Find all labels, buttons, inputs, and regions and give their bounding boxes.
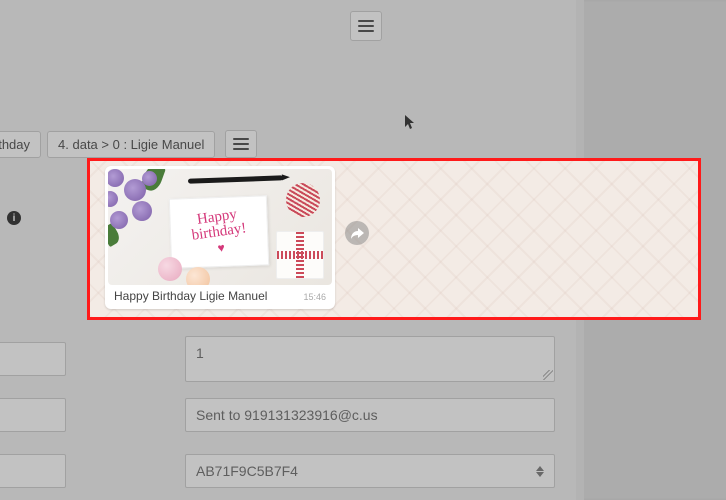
hamburger-icon [358, 20, 374, 32]
macaron-graphic [186, 267, 210, 285]
card-text: Happy birthday! ♥ [168, 204, 269, 261]
id-field[interactable]: AB71F9C5B7F4 [185, 454, 555, 488]
top-toolbar [0, 7, 726, 45]
stepper-down-icon [536, 472, 544, 477]
sent-to-field[interactable]: Sent to 919131323916@c.us [185, 398, 555, 432]
cursor-icon [405, 115, 417, 134]
forward-button[interactable] [345, 221, 369, 245]
field-label-partial [0, 454, 66, 488]
pen-graphic [188, 175, 283, 183]
resize-handle[interactable] [543, 370, 553, 380]
birthday-card-graphic: Happy birthday! ♥ [169, 195, 269, 268]
message-image: Happy birthday! ♥ [108, 169, 332, 285]
stepper-up-icon [536, 466, 544, 471]
menu-button[interactable] [350, 11, 382, 41]
breadcrumb: irthday 4. data > 0 : Ligie Manuel [0, 130, 257, 158]
id-value: AB71F9C5B7F4 [196, 463, 298, 479]
info-icon[interactable]: i [7, 211, 21, 225]
breadcrumb-item-data[interactable]: 4. data > 0 : Ligie Manuel [47, 131, 215, 158]
twine-graphic [286, 183, 320, 217]
hamburger-icon [233, 138, 249, 150]
macaron-graphic [158, 257, 182, 281]
sent-to-value: Sent to 919131323916@c.us [196, 407, 378, 423]
forward-icon [351, 228, 364, 239]
field-label-partial [0, 398, 66, 432]
highlighted-preview: Happy birthday! ♥ Happy Birthday Ligie M… [87, 158, 701, 320]
count-value: 1 [196, 345, 204, 361]
breadcrumb-menu-button[interactable] [225, 130, 257, 158]
count-field[interactable]: 1 [185, 336, 555, 382]
message-bubble[interactable]: Happy birthday! ♥ Happy Birthday Ligie M… [105, 166, 335, 309]
message-caption: Happy Birthday Ligie Manuel [114, 289, 267, 303]
field-label-partial [0, 342, 66, 376]
stepper[interactable] [536, 466, 544, 477]
message-time: 15:46 [303, 292, 326, 302]
giftbox-graphic [276, 231, 324, 279]
breadcrumb-item-birthday[interactable]: irthday [0, 131, 41, 158]
